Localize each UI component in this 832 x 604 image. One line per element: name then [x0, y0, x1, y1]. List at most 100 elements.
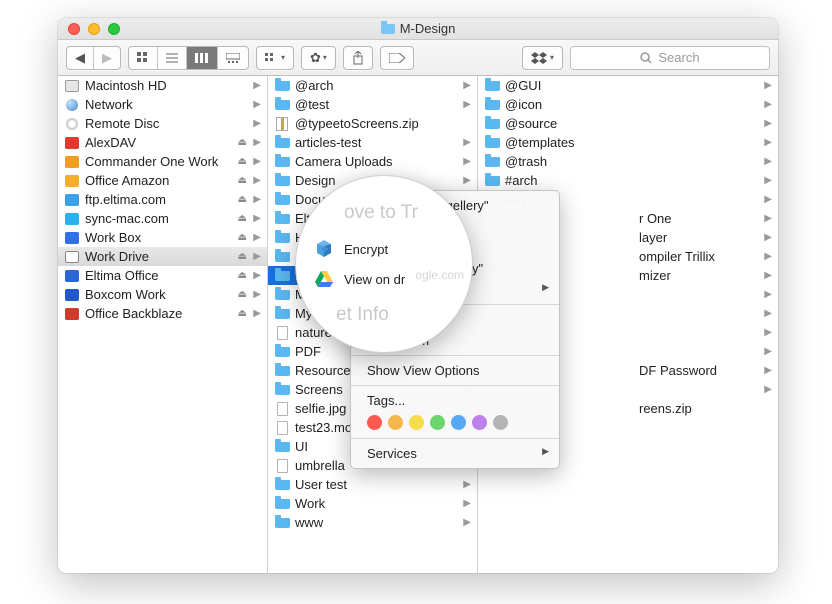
chevron-right-icon: ▶: [463, 156, 471, 167]
chevron-right-icon: ▶: [463, 517, 471, 528]
ctx-tags[interactable]: Tags...: [351, 390, 559, 411]
forward-button[interactable]: ▶: [94, 47, 120, 69]
tags-button[interactable]: [380, 46, 414, 70]
eject-icon[interactable]: ⏏: [238, 213, 247, 224]
folder-icon: [274, 193, 290, 207]
separator: [351, 355, 559, 356]
item-label: layer: [639, 230, 667, 245]
folder-icon: [274, 440, 290, 454]
action-button[interactable]: ✿▾: [301, 46, 336, 70]
tag-dot[interactable]: [388, 415, 403, 430]
eject-icon[interactable]: ⏏: [238, 232, 247, 243]
tag-dot[interactable]: [409, 415, 424, 430]
volume-icon: [64, 307, 80, 321]
chevron-right-icon: ▶: [253, 251, 261, 262]
arrange-button[interactable]: ▾: [256, 46, 294, 70]
ctx-services[interactable]: Services: [351, 443, 559, 464]
folder-icon: [274, 478, 290, 492]
minimize-icon[interactable]: [88, 23, 100, 35]
chevron-right-icon: ▶: [764, 213, 772, 224]
item-label: Office Backblaze: [85, 306, 182, 321]
list-item[interactable]: Network▶: [58, 95, 267, 114]
list-item[interactable]: Camera Uploads▶: [268, 152, 477, 171]
list-item[interactable]: User test▶: [268, 475, 477, 494]
list-item[interactable]: @GUI▶: [478, 76, 778, 95]
list-item[interactable]: @typeetoScreens.zip: [268, 114, 477, 133]
list-item[interactable]: Work Box⏏▶: [58, 228, 267, 247]
item-label: User test: [295, 477, 347, 492]
close-icon[interactable]: [68, 23, 80, 35]
chevron-right-icon: ▶: [764, 308, 772, 319]
dropbox-button[interactable]: ▾: [522, 46, 563, 70]
volume-icon: [64, 174, 80, 188]
list-item[interactable]: Macintosh HD▶: [58, 76, 267, 95]
zoom-icon[interactable]: [108, 23, 120, 35]
file-icon: [274, 459, 290, 473]
list-item[interactable]: #arch▶: [478, 171, 778, 190]
list-item[interactable]: @source▶: [478, 114, 778, 133]
list-item[interactable]: Office Amazon⏏▶: [58, 171, 267, 190]
eject-icon[interactable]: ⏏: [238, 194, 247, 205]
chevron-right-icon: ▶: [253, 99, 261, 110]
tag-dot[interactable]: [493, 415, 508, 430]
eject-icon[interactable]: ⏏: [238, 270, 247, 281]
item-label: sync-mac.com: [85, 211, 169, 226]
title-text: M-Design: [400, 21, 456, 36]
list-item[interactable]: Commander One Work⏏▶: [58, 152, 267, 171]
mag-site-text: ogle.com: [415, 268, 464, 282]
chevron-right-icon: ▶: [253, 80, 261, 91]
eject-icon[interactable]: ⏏: [238, 137, 247, 148]
eject-icon[interactable]: ⏏: [238, 175, 247, 186]
search-placeholder: Search: [658, 50, 699, 65]
list-item[interactable]: Boxcom Work⏏▶: [58, 285, 267, 304]
list-item[interactable]: Eltima Office⏏▶: [58, 266, 267, 285]
eject-icon[interactable]: ⏏: [238, 308, 247, 319]
list-item[interactable]: www▶: [268, 513, 477, 532]
view-mode: [128, 46, 249, 70]
ctx-view-options[interactable]: Show View Options: [351, 360, 559, 381]
folder-icon: [381, 24, 395, 34]
list-item[interactable]: sync-mac.com⏏▶: [58, 209, 267, 228]
volume-icon: [64, 212, 80, 226]
gallery-view-button[interactable]: [218, 47, 248, 69]
column-view-button[interactable]: [187, 47, 218, 69]
chevron-right-icon: ▶: [463, 99, 471, 110]
item-label: Office Amazon: [85, 173, 169, 188]
eject-icon[interactable]: ⏏: [238, 251, 247, 262]
list-item[interactable]: @templates▶: [478, 133, 778, 152]
search-input[interactable]: Search: [570, 46, 770, 70]
item-label: Eltima Office: [85, 268, 158, 283]
chevron-right-icon: ▶: [253, 194, 261, 205]
list-item[interactable]: ftp.eltima.com⏏▶: [58, 190, 267, 209]
share-button[interactable]: [343, 46, 373, 70]
hdd-icon: [64, 79, 80, 93]
tag-dot[interactable]: [367, 415, 382, 430]
icon-view-button[interactable]: [129, 47, 158, 69]
eject-icon[interactable]: ⏏: [238, 289, 247, 300]
list-item[interactable]: Work▶: [268, 494, 477, 513]
back-button[interactable]: ◀: [67, 47, 94, 69]
tag-dot[interactable]: [472, 415, 487, 430]
list-item[interactable]: articles-test▶: [268, 133, 477, 152]
list-item[interactable]: @test▶: [268, 95, 477, 114]
list-item[interactable]: @trash▶: [478, 152, 778, 171]
tag-dot[interactable]: [451, 415, 466, 430]
item-label: @icon: [505, 97, 542, 112]
column-1[interactable]: Macintosh HD▶Network▶Remote Disc▶AlexDAV…: [58, 76, 268, 573]
list-item[interactable]: Work Drive⏏▶: [58, 247, 267, 266]
item-label: Boxcom Work: [85, 287, 166, 302]
list-item[interactable]: Office Backblaze⏏▶: [58, 304, 267, 323]
list-item[interactable]: Remote Disc▶: [58, 114, 267, 133]
item-label: Commander One Work: [85, 154, 218, 169]
item-label: @trash: [505, 154, 547, 169]
titlebar[interactable]: M-Design: [58, 18, 778, 40]
volume-icon: [64, 269, 80, 283]
tag-dot[interactable]: [430, 415, 445, 430]
item-label: test23.mo: [295, 420, 352, 435]
list-item[interactable]: AlexDAV⏏▶: [58, 133, 267, 152]
list-item[interactable]: @icon▶: [478, 95, 778, 114]
list-view-button[interactable]: [158, 47, 187, 69]
folder-icon: [484, 79, 500, 93]
list-item[interactable]: @arch▶: [268, 76, 477, 95]
eject-icon[interactable]: ⏏: [238, 156, 247, 167]
